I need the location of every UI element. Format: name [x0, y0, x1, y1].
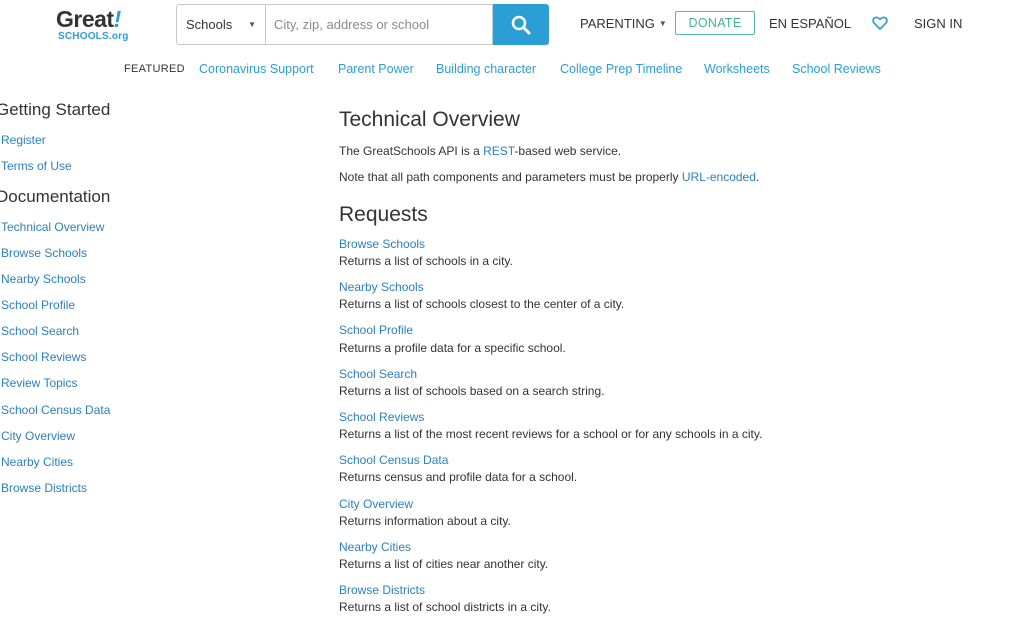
request-link-school-search[interactable]: School Search	[339, 367, 417, 381]
featured-link-college-prep[interactable]: College Prep Timeline	[560, 62, 682, 76]
chevron-down-icon: ▼	[248, 20, 256, 29]
requests-heading: Requests	[339, 203, 428, 226]
sidebar-link-technical-overview[interactable]: Technical Overview	[1, 220, 104, 234]
sidebar-heading-documentation: Documentation	[0, 187, 111, 206]
parenting-menu[interactable]: PARENTING ▼	[580, 11, 667, 35]
note-text: Note that all path components and parame…	[339, 170, 682, 184]
request-desc-school-census-data: Returns census and profile data for a sc…	[339, 470, 578, 484]
sidebar-link-register[interactable]: Register	[1, 133, 46, 147]
heart-icon[interactable]	[872, 15, 888, 31]
url-encoded-link[interactable]: URL-encoded	[682, 170, 756, 184]
request-link-nearby-schools[interactable]: Nearby Schools	[339, 280, 424, 294]
sidebar-link-nearby-cities[interactable]: Nearby Cities	[1, 455, 73, 469]
search-input[interactable]	[265, 4, 493, 45]
featured-label: FEATURED	[124, 63, 185, 75]
greatschools-logo[interactable]: Great! SCHOOLS.org	[56, 6, 146, 46]
donate-button[interactable]: DONATE	[675, 11, 755, 35]
logo-text: Great	[56, 6, 114, 32]
request-desc-nearby-schools: Returns a list of schools closest to the…	[339, 297, 625, 311]
featured-link-school-reviews[interactable]: School Reviews	[792, 62, 881, 76]
sidebar-link-terms[interactable]: Terms of Use	[1, 159, 72, 173]
logo-bang: !	[113, 6, 122, 32]
sidebar-link-browse-districts[interactable]: Browse Districts	[1, 481, 87, 495]
sidebar-link-city-overview[interactable]: City Overview	[1, 429, 75, 443]
chevron-down-icon: ▼	[658, 18, 667, 28]
sidebar-link-school-search[interactable]: School Search	[1, 324, 79, 338]
request-link-city-overview[interactable]: City Overview	[339, 497, 413, 511]
search-type-value: Schools	[186, 17, 233, 32]
sidebar-link-school-profile[interactable]: School Profile	[1, 298, 75, 312]
note-text-end: .	[755, 170, 760, 184]
search-button[interactable]	[493, 4, 549, 45]
featured-bar: FEATURED Coronavirus Support Parent Powe…	[0, 60, 1024, 80]
intro-paragraph-encoding: Note that all path components and parame…	[339, 170, 759, 184]
request-desc-school-search: Returns a list of schools based on a sea…	[339, 384, 605, 398]
request-desc-city-overview: Returns information about a city.	[339, 514, 511, 528]
sign-in-link[interactable]: SIGN IN	[914, 11, 962, 35]
request-link-school-census-data[interactable]: School Census Data	[339, 453, 448, 467]
parenting-label: PARENTING	[580, 15, 655, 31]
search-icon	[511, 15, 531, 34]
sidebar-link-review-topics[interactable]: Review Topics	[1, 376, 77, 390]
request-desc-nearby-cities: Returns a list of cities near another ci…	[339, 557, 549, 571]
espanol-link[interactable]: EN ESPAÑOL	[769, 11, 851, 35]
request-desc-browse-districts: Returns a list of school districts in a …	[339, 600, 551, 614]
sidebar-heading-getting-started: Getting Started	[0, 100, 111, 119]
logo-subtext: SCHOOLS.org	[58, 31, 129, 42]
search-type-select[interactable]: Schools ▼	[176, 4, 265, 45]
request-link-school-reviews[interactable]: School Reviews	[339, 410, 424, 424]
intro-paragraph-rest: The GreatSchools API is a REST-based web…	[339, 144, 621, 158]
sidebar-link-school-reviews[interactable]: School Reviews	[1, 350, 86, 364]
sidebar-link-nearby-schools[interactable]: Nearby Schools	[1, 272, 86, 286]
featured-link-building-character[interactable]: Building character	[436, 62, 536, 76]
sidebar-link-browse-schools[interactable]: Browse Schools	[1, 246, 87, 260]
request-desc-school-profile: Returns a profile data for a specific sc…	[339, 341, 566, 355]
request-link-browse-schools[interactable]: Browse Schools	[339, 237, 425, 251]
sidebar-link-school-census-data[interactable]: School Census Data	[1, 403, 110, 417]
site-header: Great! SCHOOLS.org Schools ▼ PARENTING ▼…	[0, 0, 1024, 50]
request-link-browse-districts[interactable]: Browse Districts	[339, 583, 425, 597]
request-link-school-profile[interactable]: School Profile	[339, 323, 413, 337]
request-desc-browse-schools: Returns a list of schools in a city.	[339, 254, 513, 268]
featured-link-coronavirus[interactable]: Coronavirus Support	[199, 62, 314, 76]
request-link-nearby-cities[interactable]: Nearby Cities	[339, 540, 411, 554]
featured-link-worksheets[interactable]: Worksheets	[704, 62, 770, 76]
intro-text-end: -based web service.	[514, 144, 622, 158]
page-title: Technical Overview	[339, 108, 520, 131]
intro-text: The GreatSchools API is a	[339, 144, 484, 158]
request-desc-school-reviews: Returns a list of the most recent review…	[339, 427, 763, 441]
featured-link-parent-power[interactable]: Parent Power	[338, 62, 414, 76]
search-bar: Schools ▼	[176, 4, 549, 45]
rest-link[interactable]: REST	[483, 144, 514, 158]
